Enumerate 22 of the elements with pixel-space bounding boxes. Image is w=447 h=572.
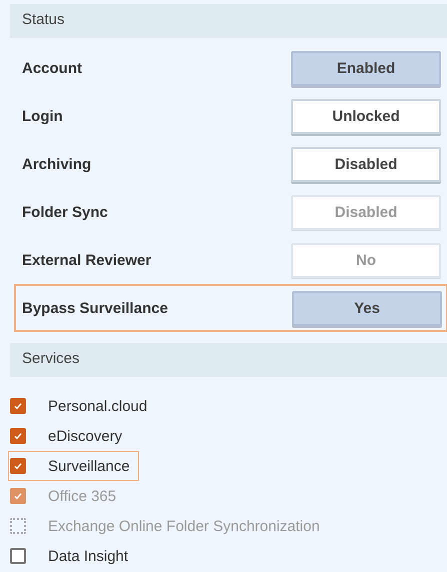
- status-button[interactable]: Yes: [292, 290, 442, 326]
- field-label: Archiving: [22, 156, 92, 172]
- checkbox-label: Data Insight: [48, 548, 128, 564]
- checkbox[interactable]: [10, 398, 26, 414]
- section-header: Status: [10, 4, 447, 38]
- status-button[interactable]: Unlocked: [291, 98, 441, 134]
- section-header: Services: [10, 343, 447, 377]
- checkbox[interactable]: [10, 548, 26, 564]
- field-label: Bypass Surveillance: [22, 300, 168, 316]
- field-label: Account: [22, 60, 82, 76]
- checkbox-label: Personal.cloud: [48, 398, 148, 414]
- field-label: Login: [22, 108, 63, 124]
- status-button[interactable]: Disabled: [291, 146, 441, 182]
- field-label: External Reviewer: [22, 252, 152, 268]
- checkbox[interactable]: [10, 428, 26, 444]
- checkbox-label: eDiscovery: [48, 428, 122, 444]
- checkbox-label: Office 365: [48, 488, 116, 504]
- checkbox[interactable]: [10, 458, 26, 474]
- checkbox-label: Exchange Online Folder Synchronization: [48, 518, 320, 534]
- field-label: Folder Sync: [22, 204, 108, 220]
- status-button[interactable]: Enabled: [291, 50, 441, 86]
- checkbox-label: Surveillance: [48, 458, 130, 474]
